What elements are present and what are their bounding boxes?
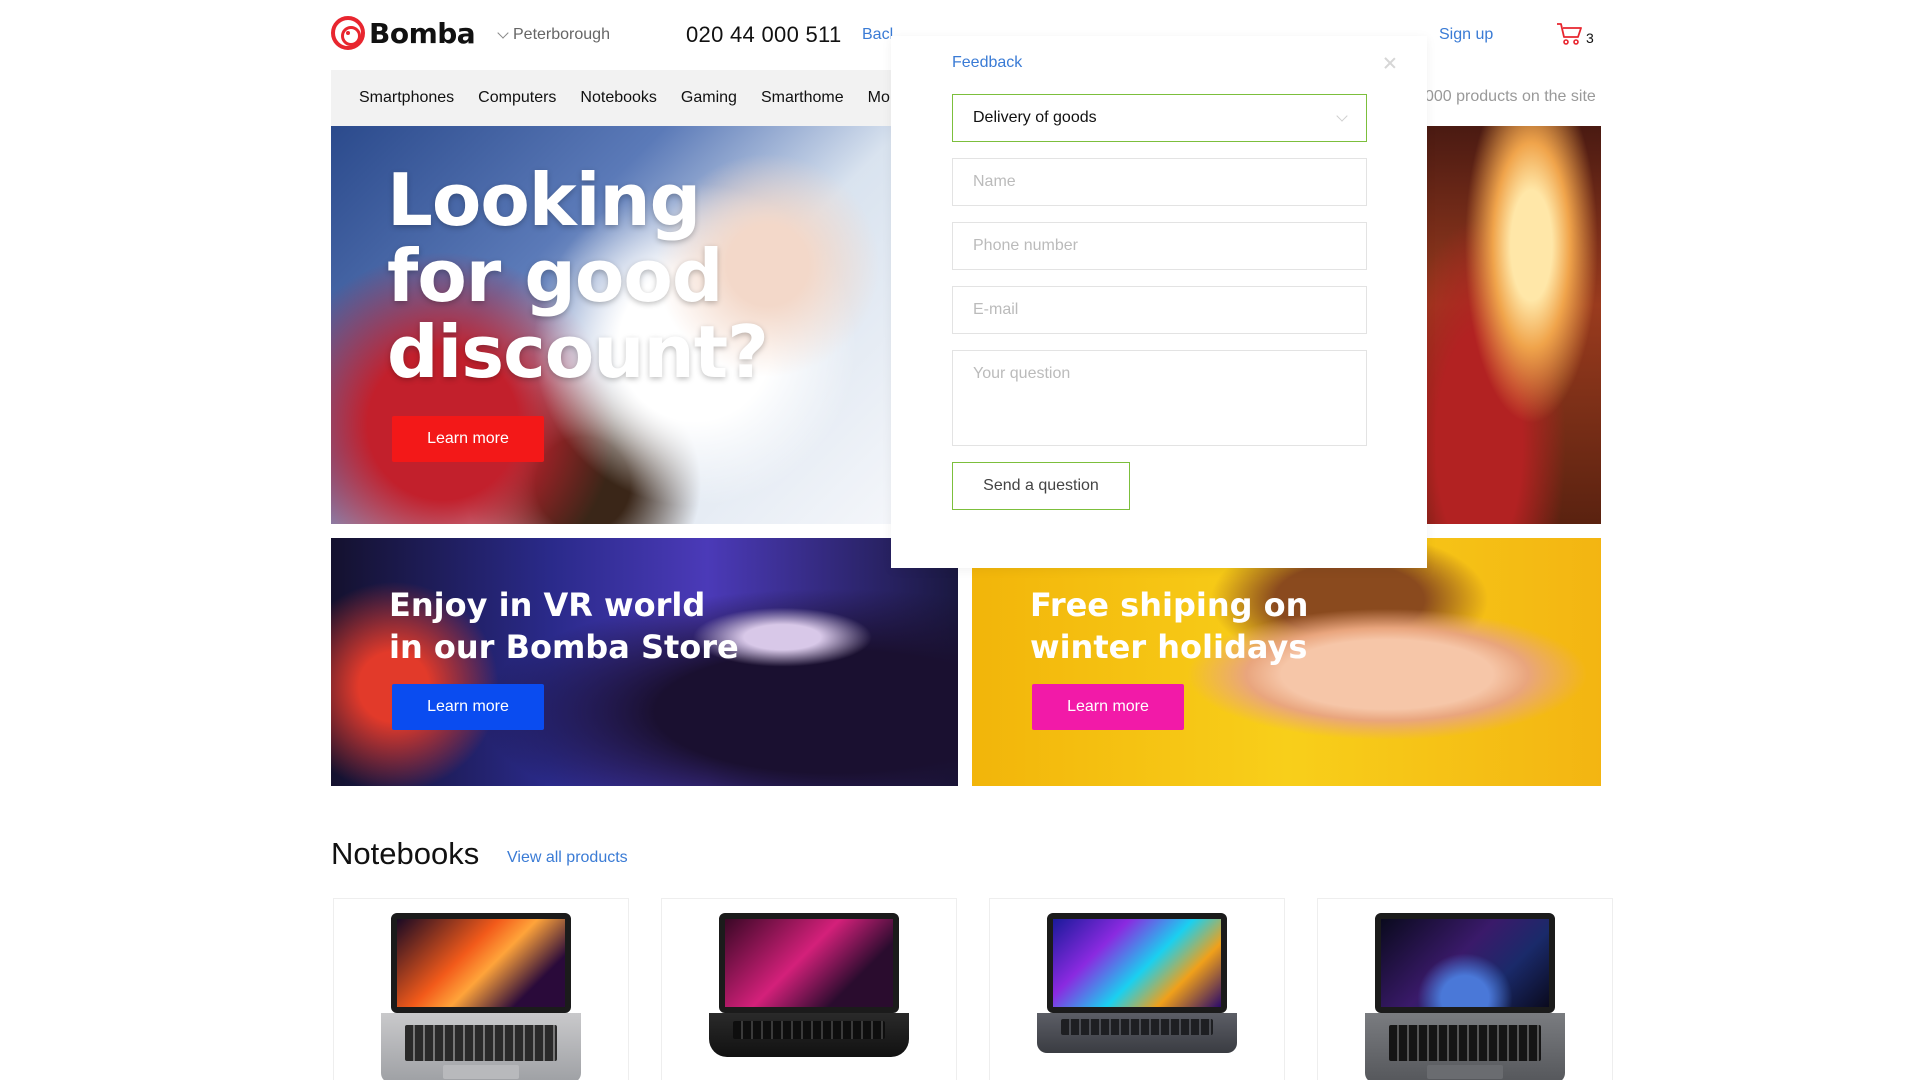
laptop-image <box>1365 913 1565 1080</box>
name-field[interactable]: Name <box>952 158 1367 206</box>
nav-item-more[interactable]: Mo <box>868 89 890 107</box>
topic-select[interactable]: Delivery of goods <box>952 94 1367 142</box>
email-field[interactable]: E-mail <box>952 286 1367 334</box>
nav-item-computers[interactable]: Computers <box>478 89 556 107</box>
back-call-link[interactable]: Bacl <box>862 26 893 44</box>
hero-learn-more-button[interactable]: Learn more <box>392 416 544 462</box>
laptop-image <box>709 913 909 1080</box>
question-field[interactable]: Your question <box>952 350 1367 446</box>
sign-up-link[interactable]: Sign up <box>1439 26 1493 44</box>
feedback-modal: Feedback Delivery of goods Name Phone nu… <box>891 36 1427 568</box>
hero-title: Looking for good discount? <box>387 158 769 394</box>
shipping-banner-title: Free shiping on winter holidays <box>1030 586 1309 666</box>
city-label: Peterborough <box>513 26 610 43</box>
bomba-logo-icon <box>331 16 365 50</box>
cart-count-badge: 3 <box>1586 30 1594 46</box>
side-banner-image[interactable] <box>1427 126 1601 524</box>
notebooks-section-title: Notebooks <box>331 836 480 871</box>
product-card[interactable] <box>333 898 629 1080</box>
product-card[interactable] <box>989 898 1285 1080</box>
cart-icon <box>1557 23 1582 45</box>
shipping-banner[interactable]: Free shiping on winter holidays Learn mo… <box>972 538 1601 786</box>
product-card[interactable] <box>1317 898 1613 1080</box>
topic-select-value: Delivery of goods <box>973 109 1097 126</box>
chevron-down-icon <box>497 27 509 39</box>
product-card[interactable] <box>661 898 957 1080</box>
cart-button[interactable]: 3 <box>1556 22 1594 46</box>
view-all-products-link[interactable]: View all products <box>507 849 628 867</box>
nav-item-smarthome[interactable]: Smarthome <box>761 89 844 107</box>
category-nav: Smartphones Computers Notebooks Gaming S… <box>331 70 891 126</box>
feedback-title: Feedback <box>952 54 1023 71</box>
nav-item-smartphones[interactable]: Smartphones <box>359 89 454 107</box>
products-count-note: 000 products on the site <box>1425 88 1596 105</box>
city-selector[interactable]: Peterborough <box>497 26 610 44</box>
nav-item-gaming[interactable]: Gaming <box>681 89 737 107</box>
shipping-learn-more-button[interactable]: Learn more <box>1032 684 1184 730</box>
vr-learn-more-button[interactable]: Learn more <box>392 684 544 730</box>
nav-item-notebooks[interactable]: Notebooks <box>580 89 657 107</box>
laptop-image <box>1037 913 1237 1080</box>
send-question-button[interactable]: Send a question <box>952 462 1130 510</box>
close-icon[interactable] <box>1383 56 1397 70</box>
vr-banner[interactable]: Enjoy in VR world in our Bomba Store Lea… <box>331 538 958 786</box>
phone-field[interactable]: Phone number <box>952 222 1367 270</box>
hero-banner[interactable]: Looking for good discount? Learn more <box>331 126 891 524</box>
logo[interactable]: Bomba <box>331 16 476 50</box>
chevron-down-icon <box>1336 110 1348 122</box>
logo-text: Bomba <box>369 16 476 50</box>
vr-banner-title: Enjoy in VR world in our Bomba Store <box>389 586 739 666</box>
laptop-image <box>381 913 581 1080</box>
phone-number: 020 44 000 511 <box>686 22 842 47</box>
